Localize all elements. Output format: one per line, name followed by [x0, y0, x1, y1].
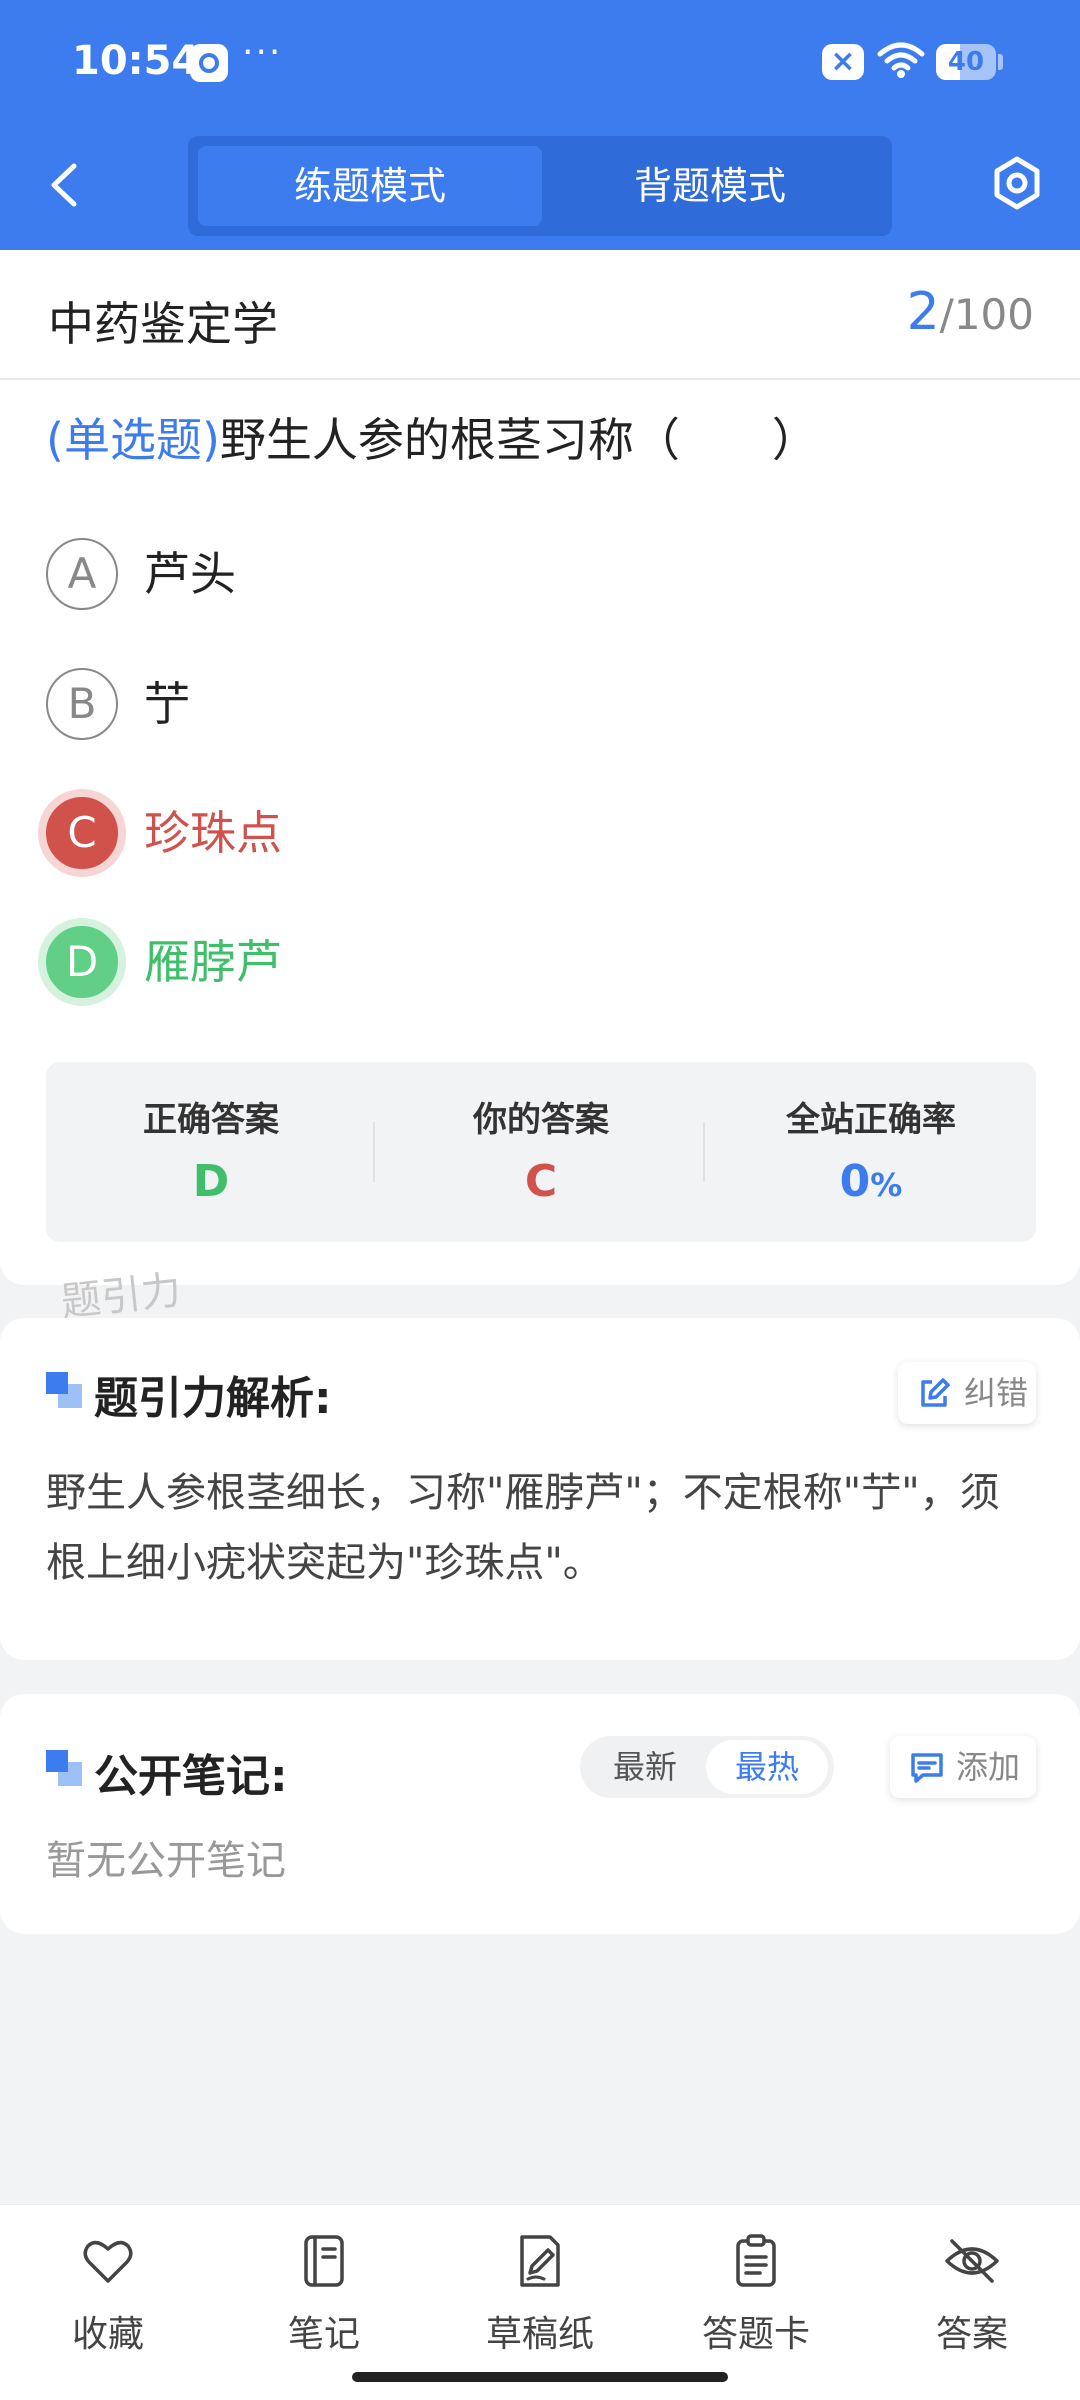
question-card: 中药鉴定学 2/100 (单选题)野生人参的根茎习称（ ） A 芦头 B 艼 C…: [0, 250, 1080, 1285]
option-text: 芦头: [144, 547, 236, 601]
counter-separator: /: [939, 290, 954, 339]
settings-icon[interactable]: [988, 154, 1046, 212]
sort-newest[interactable]: 最新: [590, 1736, 700, 1798]
divider: [373, 1122, 375, 1182]
public-notes-card: 公开笔记: 最新 最热 添加 暂无公开笔记: [0, 1694, 1080, 1934]
add-note-button[interactable]: 添加: [890, 1736, 1036, 1798]
site-accuracy-number: 0: [839, 1156, 871, 1207]
battery-level-text: 40: [947, 47, 985, 77]
edit-icon: [921, 1378, 950, 1407]
favorite-button[interactable]: 收藏: [0, 2205, 216, 2355]
draft-paper-label: 草稿纸: [485, 2314, 594, 2355]
option-d[interactable]: D 雁脖芦: [46, 926, 646, 998]
status-time: 10:54: [72, 38, 200, 84]
home-indicator[interactable]: [352, 2372, 728, 2382]
show-answer-label: 答案: [935, 2314, 1008, 2355]
wifi-icon: [877, 42, 925, 78]
tab-practice-mode[interactable]: 练题模式: [198, 146, 542, 226]
option-letter: D: [46, 926, 118, 998]
sim-off-icon: ×: [822, 44, 864, 80]
correct-answer: 正确答案 D: [46, 1062, 376, 1242]
report-error-button[interactable]: 纠错: [898, 1362, 1036, 1424]
correct-answer-value: D: [192, 1156, 230, 1207]
question-counter[interactable]: 2/100: [907, 282, 1034, 342]
site-accuracy: 全站正确率 0%: [706, 1062, 1036, 1242]
option-text: 雁脖芦: [144, 935, 282, 989]
your-answer-label: 你的答案: [473, 1100, 609, 1140]
draft-paper-icon: [520, 2235, 560, 2287]
option-text: 艼: [144, 677, 190, 731]
show-answer-button[interactable]: 答案: [864, 2205, 1080, 2355]
answer-sheet-button[interactable]: 答题卡: [648, 2205, 864, 2355]
eye-off-icon: [945, 2239, 999, 2283]
option-letter: C: [46, 797, 118, 869]
option-letter: B: [46, 668, 118, 740]
tab-memorize-mode[interactable]: 背题模式: [538, 146, 882, 226]
option-b[interactable]: B 艼: [46, 668, 646, 740]
site-accuracy-label: 全站正确率: [786, 1100, 956, 1140]
divider: [0, 378, 1080, 380]
option-a[interactable]: A 芦头: [46, 538, 646, 610]
question-stem: (单选题)野生人参的根茎习称（ ）: [46, 410, 1046, 470]
notes-button[interactable]: 笔记: [216, 2205, 432, 2355]
question-text: 野生人参的根茎习称（ ）: [219, 413, 818, 467]
draft-paper-button[interactable]: 草稿纸: [432, 2205, 648, 2355]
option-c[interactable]: C 珍珠点: [46, 797, 646, 869]
your-answer-value: C: [524, 1156, 558, 1207]
analysis-card: 题引力解析: 纠错 野生人参根茎细长，习称"雁脖芦"；不定根称"艼"，须根上细小…: [0, 1318, 1080, 1660]
question-type: (单选题): [46, 413, 220, 467]
subject-title: 中药鉴定学: [48, 297, 278, 351]
mode-switch: 练题模式 背题模式: [188, 136, 892, 236]
notebook-icon: [304, 2235, 344, 2287]
add-note-label: 添加: [956, 1748, 1021, 1786]
analysis-title: 题引力解析:: [94, 1373, 332, 1424]
notes-title: 公开笔记:: [94, 1751, 288, 1802]
favorite-label: 收藏: [71, 2314, 144, 2355]
comment-icon: [911, 1753, 943, 1783]
answer-sheet-label: 答题卡: [701, 2314, 810, 2355]
section-icon: [46, 1372, 82, 1408]
analysis-text: 野生人参根茎细长，习称"雁脖芦"；不定根称"艼"，须根上细小疣状突起为"珍珠点"…: [46, 1470, 1000, 1586]
option-text: 珍珠点: [144, 806, 282, 860]
counter-current: 2: [906, 282, 940, 342]
option-letter: A: [46, 538, 118, 610]
section-icon: [46, 1750, 82, 1786]
battery-tip: [998, 54, 1003, 70]
empty-notes-text: 暂无公开笔记: [46, 1838, 286, 1884]
site-accuracy-value: 0%: [706, 1156, 1036, 1207]
site-accuracy-unit: %: [870, 1166, 903, 1204]
correct-answer-label: 正确答案: [143, 1100, 279, 1140]
more-notifications-icon: ···: [242, 32, 283, 73]
notes-label: 笔记: [287, 2314, 360, 2355]
notes-sort-toggle: 最新 最热: [580, 1736, 834, 1798]
battery-icon: 40: [936, 44, 996, 80]
answer-sheet-icon: [736, 2234, 776, 2287]
result-summary: 正确答案 D 你的答案 C 全站正确率 0%: [46, 1062, 1036, 1242]
bottom-toolbar: 收藏 笔记 草稿纸 答题卡 答案: [0, 2204, 1080, 2400]
report-error-label: 纠错: [964, 1374, 1029, 1412]
heart-icon: [83, 2240, 133, 2283]
back-button[interactable]: [40, 158, 90, 212]
app-notification-icon: [190, 44, 228, 82]
counter-total: 100: [953, 290, 1034, 339]
your-answer: 你的答案 C: [376, 1062, 706, 1242]
header: 10:54 ··· × 40 练题模式 背题模式: [0, 0, 1080, 250]
sort-hottest[interactable]: 最热: [706, 1740, 828, 1794]
divider: [703, 1122, 705, 1182]
